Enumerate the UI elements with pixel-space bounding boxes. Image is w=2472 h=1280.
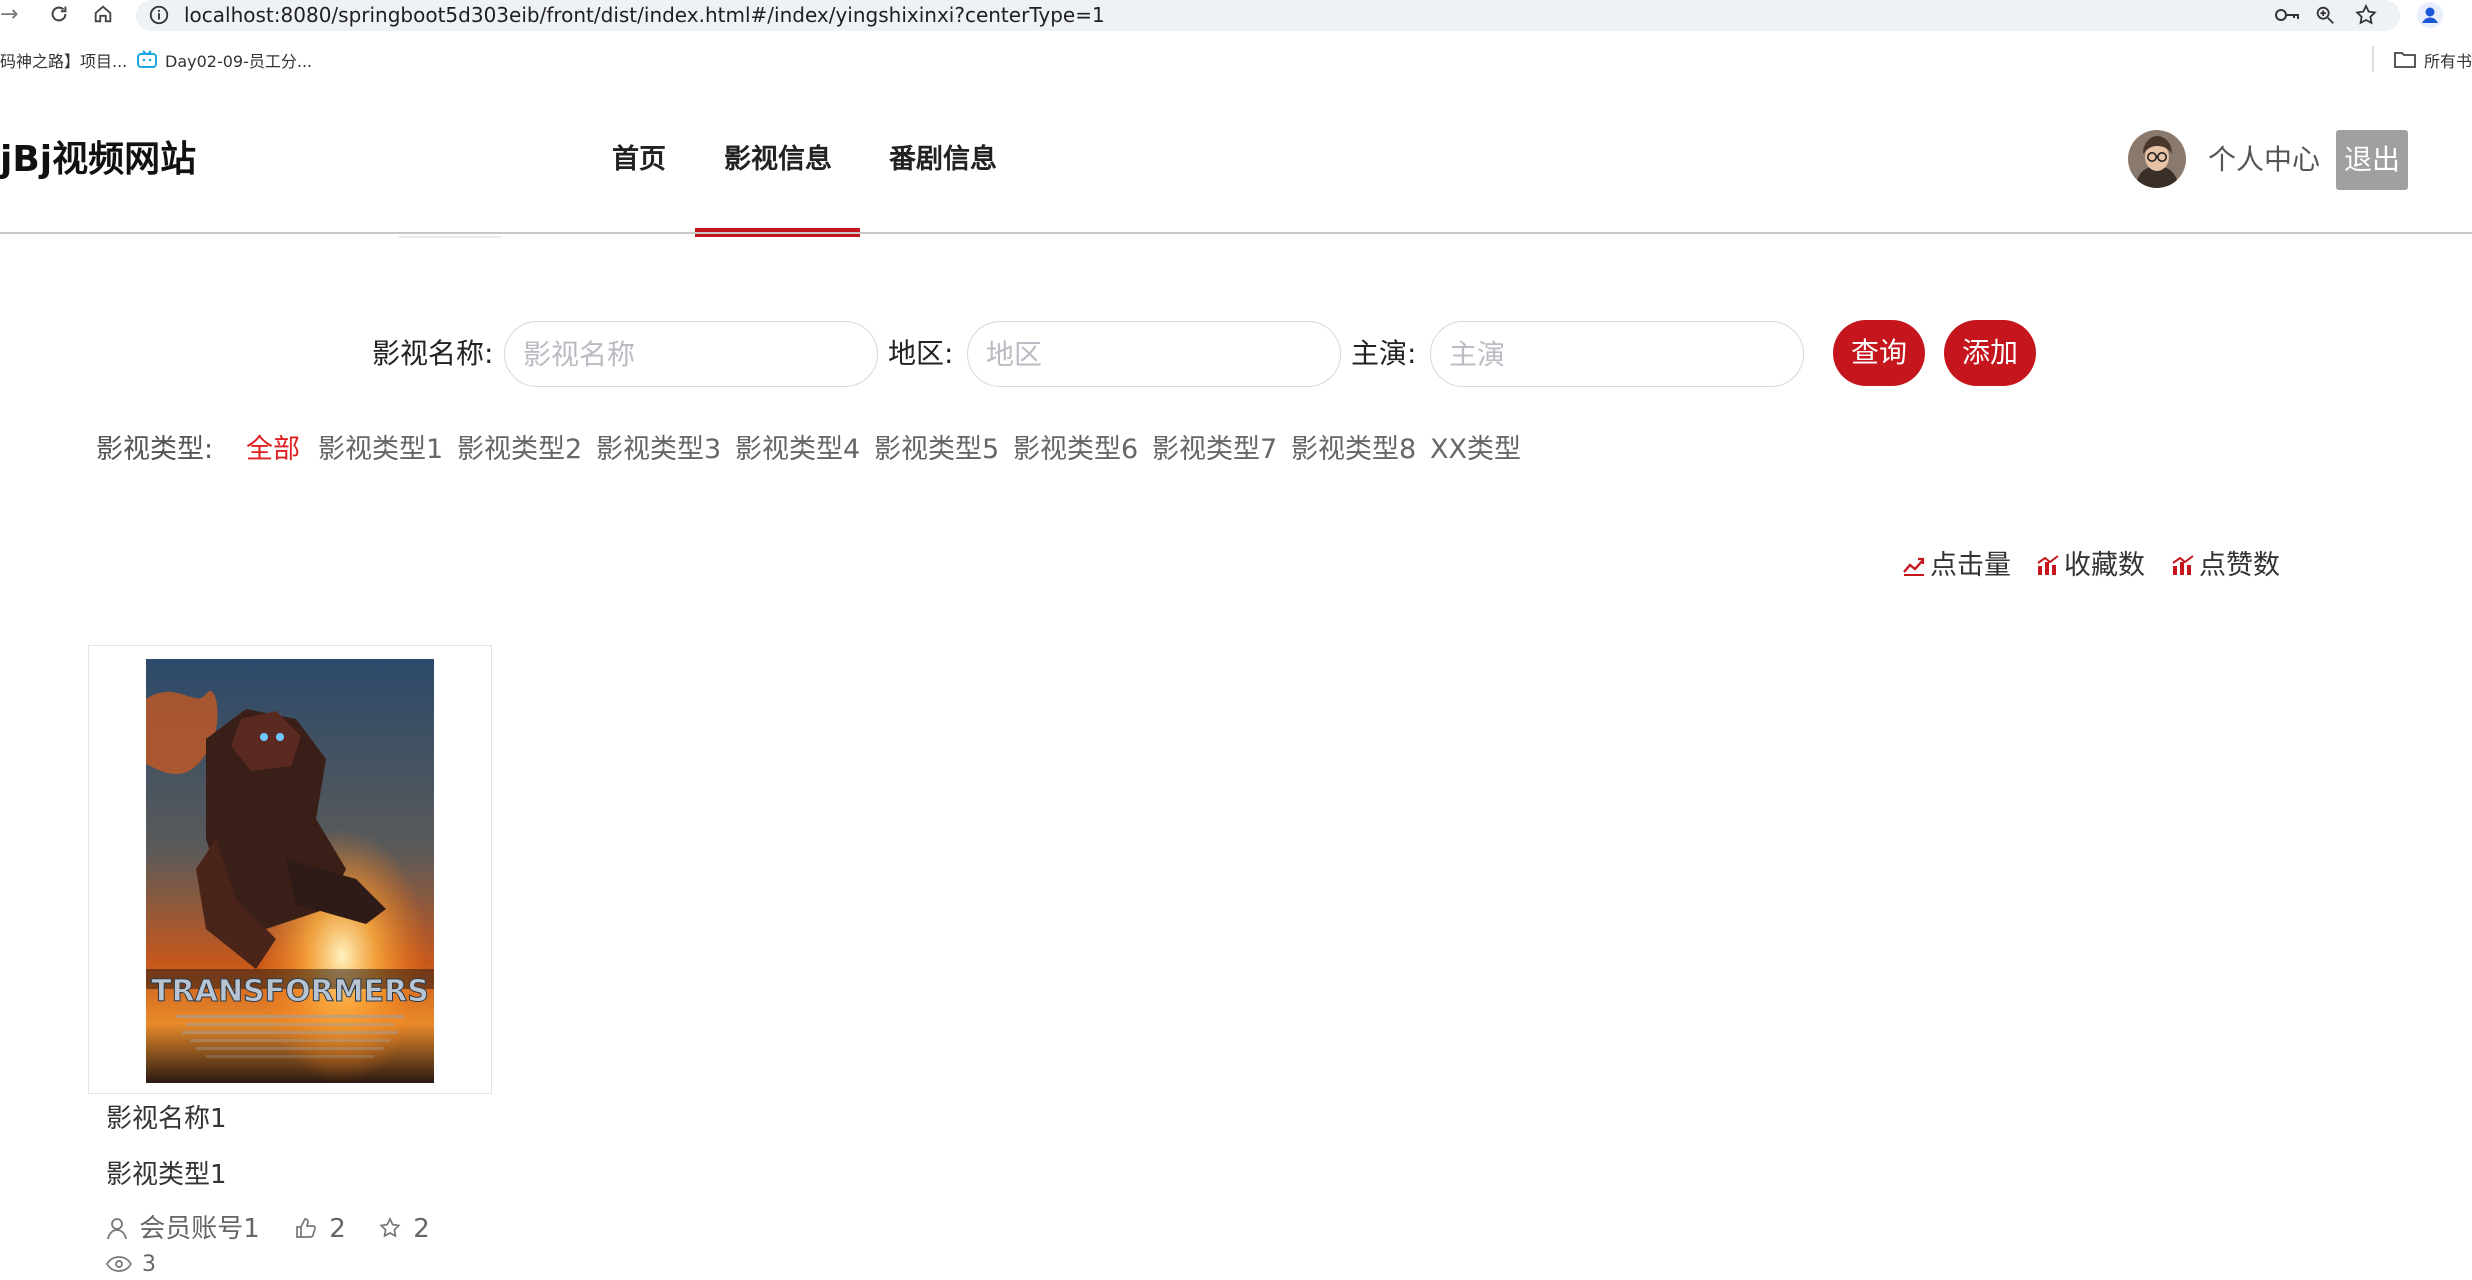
site-info-icon[interactable] — [148, 4, 170, 30]
sort-label: 收藏数 — [2064, 550, 2145, 581]
category-item[interactable]: 影视类型4 — [735, 430, 860, 470]
sort-label: 点赞数 — [2199, 550, 2280, 581]
zoom-icon[interactable] — [2314, 4, 2336, 30]
eye-icon — [106, 1252, 142, 1277]
site-brand[interactable]: jBj视频网站 — [0, 136, 196, 184]
poster-title-text: TRANSFORMERS — [151, 974, 429, 1009]
sort-by-likes[interactable]: 点赞数 — [2171, 546, 2280, 588]
category-item[interactable]: 影视类型6 — [1013, 430, 1138, 470]
region-label: 地区: — [888, 337, 954, 370]
bar-chart-icon — [2036, 548, 2060, 588]
region-input[interactable] — [967, 321, 1341, 387]
movie-views: 3 — [106, 1250, 156, 1280]
sort-by-clicks[interactable]: 点击量 — [1902, 546, 2011, 588]
category-item[interactable]: 影视类型8 — [1291, 430, 1416, 470]
movie-favorites[interactable]: 2 — [378, 1210, 430, 1248]
actor-input[interactable] — [1430, 321, 1804, 387]
nav-movies[interactable]: 影视信息 — [724, 140, 832, 180]
movie-poster[interactable]: TRANSFORMERS — [146, 659, 434, 1083]
nav-anime[interactable]: 番剧信息 — [889, 140, 997, 180]
movie-likes[interactable]: 2 — [294, 1210, 346, 1248]
movie-type: 影视类型1 — [106, 1160, 227, 1190]
actor-label: 主演: — [1351, 337, 1417, 370]
category-item[interactable]: 影视类型7 — [1152, 430, 1277, 470]
category-item[interactable]: 影视类型1 — [318, 430, 443, 470]
nav-home[interactable]: 首页 — [612, 140, 666, 180]
url-text[interactable]: localhost:8080/springboot5d303eib/front/… — [184, 2, 1105, 28]
bar-chart-icon — [2171, 548, 2195, 588]
user-icon — [106, 1214, 139, 1244]
bookmark-item[interactable]: 码神之路】项目... — [0, 48, 127, 84]
password-key-icon[interactable] — [2274, 4, 2300, 30]
header-divider — [0, 232, 2472, 234]
movie-name-input[interactable] — [504, 321, 878, 387]
movie-name-label: 影视名称: — [372, 337, 494, 370]
user-center-link[interactable]: 个人中心 — [2208, 140, 2320, 180]
logout-button[interactable]: 退出 — [2336, 130, 2408, 190]
category-item[interactable]: 影视类型5 — [874, 430, 999, 470]
bookmark-divider — [2372, 46, 2374, 72]
bilibili-icon — [137, 50, 157, 72]
query-button[interactable]: 查询 — [1833, 320, 1925, 386]
likes-count: 2 — [329, 1214, 346, 1244]
add-button[interactable]: 添加 — [1944, 320, 2036, 386]
category-label: 影视类型: — [96, 434, 214, 465]
views-count: 3 — [142, 1252, 156, 1277]
thumbs-up-icon — [294, 1214, 329, 1244]
category-all[interactable]: 全部 — [246, 430, 300, 470]
forward-arrow-icon[interactable]: → — [0, 2, 18, 28]
category-item[interactable]: 影视类型2 — [457, 430, 582, 470]
home-icon[interactable] — [92, 3, 114, 29]
sort-by-favorites[interactable]: 收藏数 — [2036, 546, 2145, 588]
category-item[interactable]: XX类型 — [1430, 430, 1521, 470]
header-divider-accent — [398, 236, 502, 238]
category-item[interactable]: 影视类型3 — [596, 430, 721, 470]
profile-icon[interactable] — [2416, 1, 2444, 33]
folder-icon — [2394, 50, 2416, 72]
all-bookmarks[interactable]: 所有书 — [2424, 48, 2472, 84]
sort-label: 点击量 — [1930, 550, 2011, 581]
trend-line-icon — [1902, 548, 1926, 588]
movie-title[interactable]: 影视名称1 — [106, 1100, 227, 1138]
bookmark-item[interactable]: Day02-09-员工分... — [165, 48, 312, 84]
bookmark-star-icon[interactable] — [2354, 3, 2378, 31]
avatar[interactable] — [2128, 130, 2186, 188]
reload-icon[interactable] — [48, 3, 70, 29]
star-icon — [378, 1214, 413, 1244]
movie-account: 会员账号1 — [106, 1210, 260, 1248]
account-text: 会员账号1 — [139, 1214, 260, 1244]
favorites-count: 2 — [413, 1214, 430, 1244]
